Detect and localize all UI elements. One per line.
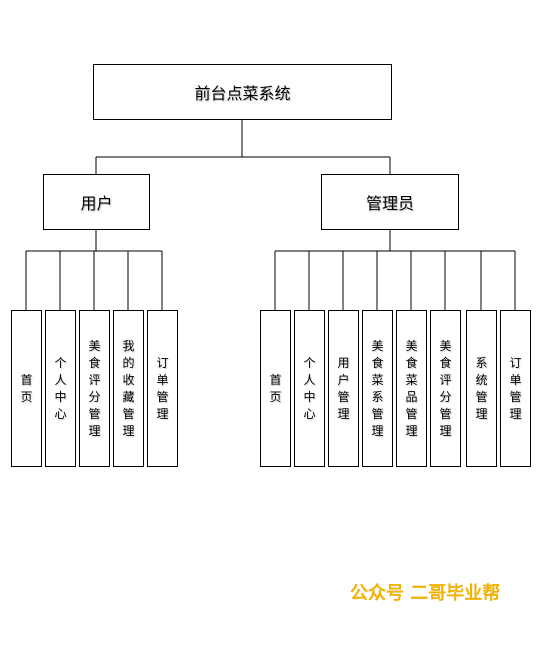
branch-label-user: 用户 — [80, 194, 113, 213]
leaf-node: 美食菜品管理 — [396, 310, 427, 467]
branch-label-admin: 管理员 — [365, 194, 414, 213]
leaf-node: 我的收藏管理 — [113, 310, 144, 467]
leaf-node: 美食评分管理 — [430, 310, 461, 467]
leaf-node: 首页 — [11, 310, 42, 467]
branch-node-user: 用户 — [43, 174, 150, 230]
leaf-label: 美食菜系管理 — [371, 338, 384, 438]
leaf-node: 订单管理 — [500, 310, 531, 467]
leaf-node: 个人中心 — [294, 310, 325, 467]
leaf-label: 订单管理 — [156, 355, 169, 421]
leaf-node: 系统管理 — [466, 310, 497, 467]
leaf-node: 个人中心 — [45, 310, 76, 467]
leaf-label: 个人中心 — [54, 355, 67, 421]
leaf-label: 用户管理 — [337, 355, 350, 421]
root-node: 前台点菜系统 — [93, 64, 392, 120]
leaf-label: 订单管理 — [509, 355, 522, 421]
leaf-node: 用户管理 — [328, 310, 359, 467]
leaf-node: 订单管理 — [147, 310, 178, 467]
watermark-text: 公众号 二哥毕业帮 — [350, 583, 501, 604]
leaf-label: 首页 — [269, 372, 282, 404]
leaf-label: 美食菜品管理 — [405, 338, 418, 438]
leaf-label: 首页 — [20, 372, 33, 404]
leaf-label: 系统管理 — [475, 355, 488, 421]
leaf-label: 美食评分管理 — [88, 338, 101, 438]
branch-node-admin: 管理员 — [321, 174, 459, 230]
root-label: 前台点菜系统 — [194, 84, 291, 103]
leaf-label: 我的收藏管理 — [122, 338, 135, 438]
leaf-node: 首页 — [260, 310, 291, 467]
leaf-label: 美食评分管理 — [439, 338, 452, 438]
leaf-label: 个人中心 — [303, 355, 316, 421]
leaf-node: 美食菜系管理 — [362, 310, 393, 467]
leaf-node: 美食评分管理 — [79, 310, 110, 467]
